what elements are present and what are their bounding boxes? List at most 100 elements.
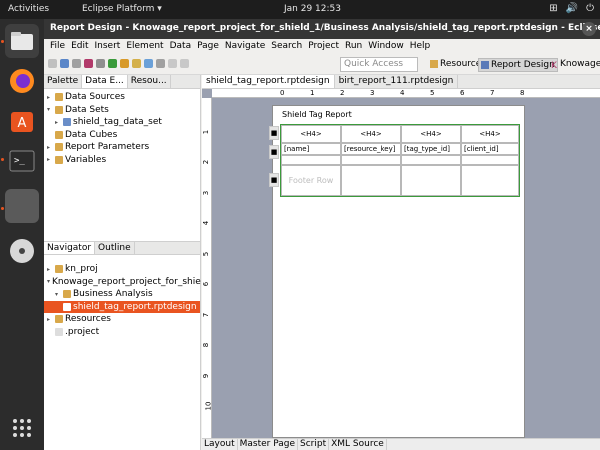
table-detail-cell[interactable]: [name] — [281, 143, 341, 155]
perspective-report-design[interactable]: Report Design — [478, 58, 558, 72]
menu-file[interactable]: File — [47, 41, 68, 53]
files-icon[interactable] — [5, 24, 39, 58]
expand-arrow-icon[interactable]: ▸ — [47, 316, 55, 323]
collapse-arrow-icon[interactable]: ▾ — [55, 291, 63, 298]
tab-data-explorer[interactable]: Data E... — [82, 75, 128, 88]
clock[interactable]: Jan 29 12:53 — [284, 4, 341, 14]
menu-help[interactable]: Help — [407, 41, 434, 53]
tree-item-business-analysis[interactable]: ▾ Business Analysis — [44, 288, 200, 301]
table-footer-cell[interactable] — [401, 165, 461, 196]
tree-item-report-parameters[interactable]: ▸ Report Parameters — [44, 141, 200, 154]
software-icon[interactable]: A — [5, 104, 39, 138]
forward-icon[interactable] — [180, 59, 189, 68]
activities-button[interactable]: Activities — [8, 4, 49, 14]
view-icon[interactable] — [96, 59, 105, 68]
menu-run[interactable]: Run — [342, 41, 365, 53]
tab-navigator[interactable]: Navigator — [44, 242, 96, 254]
table-detail-cell[interactable]: [tag_type_id] — [401, 143, 461, 155]
tab-layout[interactable]: Layout — [202, 439, 238, 450]
menu-edit[interactable]: Edit — [68, 41, 91, 53]
app-grid-icon[interactable] — [5, 411, 39, 445]
table-footer-cell[interactable] — [461, 165, 519, 196]
tree-item-data-cubes[interactable]: Data Cubes — [44, 129, 200, 142]
table-header-cell[interactable]: <H4> — [341, 125, 401, 143]
report-table[interactable]: ■ ■ ■ <H4> <H4> <H4> <H4> [name] [resour… — [269, 124, 520, 197]
tree-item-data-sources[interactable]: ▸ Data Sources — [44, 91, 200, 104]
perspective-resource[interactable]: Resource — [428, 58, 483, 70]
search-icon[interactable] — [144, 59, 153, 68]
table-detail-cell[interactable]: [resource_key] — [341, 143, 401, 155]
terminal-icon[interactable]: >_ — [5, 144, 39, 178]
system-tray[interactable]: ⊞ 🔊 ⏻ — [549, 3, 594, 14]
menu-page[interactable]: Page — [194, 41, 222, 53]
debug-icon[interactable] — [120, 59, 129, 68]
menu-insert[interactable]: Insert — [92, 41, 124, 53]
table-spacer-cell[interactable] — [341, 155, 401, 165]
open-type-icon[interactable] — [132, 59, 141, 68]
disc-icon[interactable] — [5, 234, 39, 268]
tab-script[interactable]: Script — [298, 439, 330, 450]
tree-item-kn-proj[interactable]: ▸ kn_proj — [44, 263, 200, 276]
blank-app-icon[interactable] — [5, 189, 39, 223]
table-header-cell[interactable]: <H4> — [401, 125, 461, 143]
volume-icon[interactable]: 🔊 — [566, 3, 578, 14]
tab-resource-explorer[interactable]: Resou... — [128, 75, 171, 88]
tree-item-knowage-project[interactable]: ▾ Knowage_report_project_for_shie — [44, 276, 201, 289]
tab-palette[interactable]: Palette — [44, 75, 83, 88]
app-menu[interactable]: Eclipse Platform ▾ — [82, 4, 162, 14]
table-footer-cell[interactable]: Footer Row — [281, 165, 341, 196]
row-handle-header[interactable]: ■ — [269, 126, 279, 140]
print-icon[interactable] — [72, 59, 81, 68]
firefox-icon[interactable] — [5, 64, 39, 98]
expand-arrow-icon[interactable]: ▸ — [47, 266, 55, 273]
table-spacer-cell[interactable] — [281, 155, 341, 165]
table-footer-cell[interactable] — [341, 165, 401, 196]
quick-access-input[interactable]: Quick Access — [340, 57, 418, 72]
collapse-arrow-icon[interactable]: ▾ — [47, 106, 55, 113]
layout-canvas[interactable]: 0 1 2 3 4 5 6 7 8 1 2 3 4 5 6 7 8 9 10 S… — [202, 89, 600, 438]
tab-outline[interactable]: Outline — [95, 242, 135, 254]
tab-birt-report-111[interactable]: birt_report_111.rptdesign — [335, 75, 459, 88]
perspective-knowage[interactable]: K Knowage — [549, 58, 600, 70]
close-window-button[interactable]: × — [582, 22, 596, 36]
expand-arrow-icon[interactable]: ▸ — [55, 119, 63, 126]
collapse-arrow-icon[interactable]: ▾ — [47, 278, 50, 285]
menu-project[interactable]: Project — [305, 41, 342, 53]
menu-search[interactable]: Search — [268, 41, 305, 53]
expand-arrow-icon[interactable]: ▸ — [47, 156, 55, 163]
tab-shield-tag-report[interactable]: shield_tag_report.rptdesign — [202, 75, 335, 88]
report-page[interactable]: Shield Tag Report ■ ■ ■ <H4> <H4> <H4> <… — [269, 105, 525, 438]
table-spacer-cell[interactable] — [401, 155, 461, 165]
tree-item-data-sets[interactable]: ▾ Data Sets — [44, 104, 200, 117]
tab-xml-source[interactable]: XML Source — [329, 439, 387, 450]
dock: A >_ — [0, 19, 44, 450]
row-handle-detail[interactable]: ■ — [269, 145, 279, 159]
power-icon[interactable]: ⏻ — [586, 3, 594, 14]
menu-navigate[interactable]: Navigate — [222, 41, 268, 53]
back-icon[interactable] — [168, 59, 177, 68]
tab-master-page[interactable]: Master Page — [238, 439, 298, 450]
row-handle-footer[interactable]: ■ — [269, 173, 279, 187]
network-icon[interactable]: ⊞ — [549, 3, 557, 14]
run-icon[interactable] — [108, 59, 117, 68]
table-spacer-cell[interactable] — [461, 155, 519, 165]
table-header-cell[interactable]: <H4> — [461, 125, 519, 143]
tree-item-variables[interactable]: ▸ Variables — [44, 154, 200, 167]
expand-arrow-icon[interactable]: ▸ — [47, 94, 55, 101]
tree-item-project-file[interactable]: .project — [44, 326, 200, 339]
table-detail-cell[interactable]: [client_id] — [461, 143, 519, 155]
tree-item-shield-tag-report[interactable]: shield_tag_report.rptdesign — [44, 300, 200, 313]
tree-item-resources[interactable]: ▸ Resources — [44, 313, 200, 326]
annotation-icon[interactable] — [156, 59, 165, 68]
menu-window[interactable]: Window — [365, 41, 407, 53]
table-header-cell[interactable]: <H4> — [281, 125, 341, 143]
expand-arrow-icon[interactable]: ▸ — [47, 144, 55, 151]
tree-item-shield-tag-data-set[interactable]: ▸ shield_tag_data_set — [44, 116, 200, 129]
save-icon[interactable] — [60, 59, 69, 68]
new-icon[interactable] — [48, 59, 57, 68]
knowage-icon[interactable] — [84, 59, 93, 68]
menu-data[interactable]: Data — [167, 41, 195, 53]
report-title-label[interactable]: Shield Tag Report — [282, 110, 352, 119]
ruler-mark: 10 — [204, 401, 213, 411]
menu-element[interactable]: Element — [123, 41, 166, 53]
